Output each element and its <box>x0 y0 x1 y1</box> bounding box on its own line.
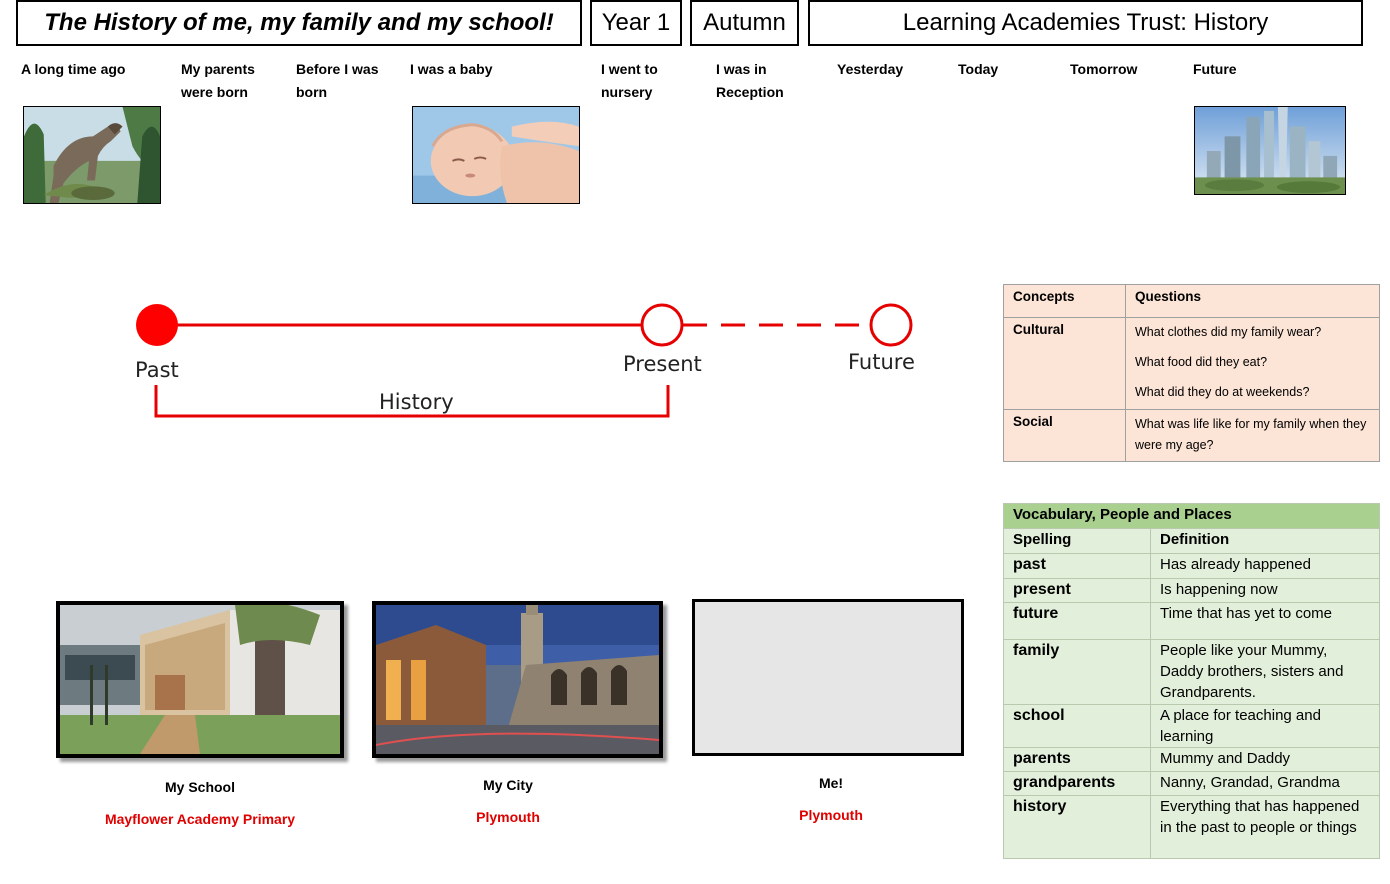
dinosaur-image <box>23 106 161 204</box>
timeline-label-before-born: Before I was born <box>296 61 379 100</box>
timeline-label-tomorrow: Tomorrow <box>1070 61 1138 77</box>
future-label: Future <box>848 350 915 374</box>
vocab-word: past <box>1003 553 1151 579</box>
school-caption: My School <box>164 779 235 795</box>
table-row: history Everything that has happened in … <box>1003 795 1380 859</box>
past-label: Past <box>135 358 179 382</box>
past-dot <box>136 304 178 346</box>
timeline-label-today: Today <box>958 61 999 77</box>
vocab-title: Vocabulary, People and Places <box>1003 503 1380 529</box>
school-photo <box>56 601 344 758</box>
vocabulary-table: Vocabulary, People and Places Spelling D… <box>1003 503 1380 859</box>
vocab-word: family <box>1003 639 1151 705</box>
timeline-label-parents-born: My parents were born <box>181 61 255 100</box>
vocab-definition: Time that has yet to come <box>1150 602 1380 640</box>
future-dot <box>869 303 913 347</box>
city-caption: My City <box>483 777 533 793</box>
table-row: Cultural What clothes did my family wear… <box>1003 317 1380 410</box>
table-row: past Has already happened <box>1003 553 1380 579</box>
me-location: Plymouth <box>799 807 863 823</box>
social-questions: What was life like for my family when th… <box>1125 409 1380 462</box>
vocab-word: history <box>1003 795 1151 859</box>
timeline-label-yesterday: Yesterday <box>837 61 904 77</box>
vocab-definition: A place for teaching and learning <box>1150 704 1380 748</box>
vocab-word: parents <box>1003 747 1151 772</box>
vocab-definition: Everything that has happened in the past… <box>1150 795 1380 859</box>
vocab-definition: People like your Mummy, Daddy brothers, … <box>1150 639 1380 705</box>
vocab-title-row: Vocabulary, People and Places <box>1003 503 1380 529</box>
vocab-word: school <box>1003 704 1151 748</box>
table-row: grandparents Nanny, Grandad, Grandma <box>1003 771 1380 796</box>
timeline-label-long-ago: A long time ago <box>21 61 126 77</box>
definition-header: Definition <box>1150 528 1380 554</box>
concepts-header: Concepts <box>1003 284 1126 318</box>
table-row: Social What was life like for my family … <box>1003 409 1380 462</box>
concept-social: Social <box>1003 409 1126 462</box>
vocab-definition: Mummy and Daddy <box>1150 747 1380 772</box>
page-title: The History of me, my family and my scho… <box>16 0 582 46</box>
concepts-header-row: Concepts Questions <box>1003 284 1380 318</box>
history-label: History <box>379 390 454 414</box>
vocab-header-row: Spelling Definition <box>1003 528 1380 554</box>
present-label: Present <box>623 352 702 376</box>
history-timeline-diagram: Past Present Future History <box>135 303 915 418</box>
spelling-header: Spelling <box>1003 528 1151 554</box>
timeline-label-reception: I was in Reception <box>716 61 784 100</box>
vocab-definition: Nanny, Grandad, Grandma <box>1150 771 1380 796</box>
timeline-label-future: Future <box>1193 61 1237 77</box>
timeline-label-nursery: I went to nursery <box>601 61 658 100</box>
baby-image <box>412 106 580 204</box>
table-row: present Is happening now <box>1003 578 1380 603</box>
year-box: Year 1 <box>590 0 682 46</box>
concepts-table: Concepts Questions Cultural What clothes… <box>1003 284 1380 462</box>
questions-header: Questions <box>1125 284 1380 318</box>
city-photo <box>372 601 663 758</box>
present-dot <box>640 303 684 347</box>
table-row: family People like your Mummy, Daddy bro… <box>1003 639 1380 705</box>
cultural-questions: What clothes did my family wear? What fo… <box>1125 317 1380 410</box>
trust-box: Learning Academies Trust: History <box>808 0 1363 46</box>
vocab-word: present <box>1003 578 1151 603</box>
vocab-word: grandparents <box>1003 771 1151 796</box>
table-row: future Time that has yet to come <box>1003 602 1380 640</box>
vocab-definition: Is happening now <box>1150 578 1380 603</box>
school-name: Mayflower Academy Primary <box>104 811 296 827</box>
vocab-word: future <box>1003 602 1151 640</box>
me-photo-placeholder <box>692 599 964 756</box>
future-city-image <box>1194 106 1346 195</box>
me-caption: Me! <box>818 775 844 791</box>
table-row: school A place for teaching and learning <box>1003 704 1380 748</box>
timeline-label-baby: I was a baby <box>410 61 493 77</box>
city-name: Plymouth <box>476 809 540 825</box>
table-row: parents Mummy and Daddy <box>1003 747 1380 772</box>
concept-cultural: Cultural <box>1003 317 1126 410</box>
term-box: Autumn <box>690 0 799 46</box>
vocab-definition: Has already happened <box>1150 553 1380 579</box>
